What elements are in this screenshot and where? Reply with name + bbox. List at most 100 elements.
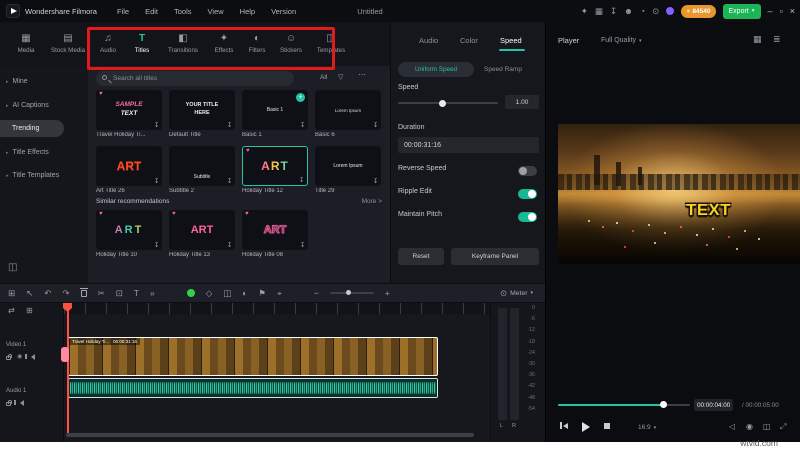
panel-layout-icon[interactable]: ▦	[753, 35, 762, 44]
download-icon[interactable]: ↧	[227, 243, 232, 249]
zoom-in-icon[interactable]: +	[385, 289, 390, 298]
sidebar-collapse-icon[interactable]: ◫	[8, 262, 17, 273]
title-thumb-basic-6[interactable]: Lorem Ipsum ↧	[315, 90, 381, 130]
tab-media[interactable]: ▦ Media	[8, 26, 44, 62]
menu-edit[interactable]: Edit	[145, 7, 158, 16]
video-clip[interactable]: Travel Holiday Ti... 00:00:31:16	[68, 337, 438, 376]
favorite-heart-icon[interactable]: ♥	[99, 211, 103, 217]
mask-icon[interactable]: ◐	[242, 289, 247, 298]
sidebar-item-mine[interactable]: ▸ Mine	[0, 73, 88, 90]
pip-icon[interactable]: ◫	[223, 289, 231, 298]
sidebar-item-trending[interactable]: Trending	[0, 120, 64, 137]
audio-clip[interactable]	[68, 378, 438, 398]
uniform-speed-tab[interactable]: Uniform Speed	[398, 62, 474, 77]
download-icon[interactable]: ↧	[610, 7, 617, 16]
tab-templates[interactable]: ◫ Templates	[310, 26, 352, 62]
undo-icon[interactable]: ↶	[44, 289, 51, 298]
download-icon[interactable]: ↧	[154, 243, 159, 249]
layout-icon[interactable]: ▦	[595, 7, 603, 16]
maximize-button[interactable]: ▫	[780, 6, 783, 16]
tab-effects[interactable]: ✦ Effects	[208, 26, 240, 62]
title-thumb-holiday-title-08[interactable]: ART ♥ ↧	[242, 210, 308, 250]
download-icon[interactable]: ↧	[227, 123, 232, 129]
redo-icon[interactable]: ↷	[62, 289, 69, 298]
aspect-ratio-dropdown[interactable]: 16:9 ▾	[638, 424, 656, 431]
properties-tab-speed[interactable]: Speed	[500, 36, 522, 45]
title-thumb-holiday-title-10[interactable]: ART ♥ ↧	[96, 210, 162, 250]
tab-filters[interactable]: ◐ Filters	[242, 26, 272, 62]
title-thumb-art-title-26[interactable]: ART ↧	[96, 146, 162, 186]
playback-progress-bar[interactable]	[558, 404, 690, 406]
lock-icon[interactable]	[6, 400, 12, 406]
tab-transitions[interactable]: ◧ Transitions	[160, 26, 206, 62]
clip-trim-handle[interactable]	[61, 347, 69, 362]
progress-handle[interactable]	[660, 401, 667, 408]
properties-tab-color[interactable]: Color	[460, 36, 478, 45]
export-button[interactable]: Export ▾	[722, 3, 761, 19]
more-options-icon[interactable]: ⋯	[358, 70, 366, 79]
playhead[interactable]	[67, 303, 69, 433]
reverse-speed-toggle[interactable]	[518, 166, 537, 176]
stop-button[interactable]	[604, 423, 610, 429]
reset-button[interactable]: Reset	[398, 248, 444, 265]
menu-version[interactable]: Version	[271, 7, 296, 16]
timeline-zoom-slider[interactable]	[329, 290, 374, 295]
sidebar-item-title-templates[interactable]: ▸ Title Templates	[0, 167, 88, 184]
tab-stickers[interactable]: ☺ Stickers	[274, 26, 308, 62]
download-icon[interactable]: ↧	[299, 178, 304, 184]
mini-player-icon[interactable]: ◫	[763, 423, 771, 431]
display-adjust-icon[interactable]: ≣	[773, 35, 781, 44]
bell-icon[interactable]: ◔	[640, 7, 645, 16]
crop-icon[interactable]: ⊡	[116, 289, 123, 298]
maintain-pitch-toggle[interactable]	[518, 212, 537, 222]
gift-icon[interactable]: ✦	[581, 7, 588, 16]
title-thumb-travel-holiday[interactable]: SAMPLE TEXT ♥ ↧	[96, 90, 162, 130]
search-input[interactable]	[113, 71, 288, 86]
tab-titles[interactable]: T Titles	[126, 26, 158, 62]
mute-icon[interactable]	[25, 353, 36, 360]
download-icon[interactable]: ↧	[373, 179, 378, 185]
sidebar-item-title-effects[interactable]: ▸ Title Effects	[0, 144, 88, 161]
search-bar[interactable]	[96, 71, 294, 86]
menu-help[interactable]: Help	[240, 7, 255, 16]
play-button[interactable]	[582, 422, 590, 432]
more-link[interactable]: More >	[340, 198, 382, 205]
title-thumb-subtitle-2[interactable]: Subtitle ↧	[169, 146, 235, 186]
keyframe-panel-button[interactable]: Keyframe Panel	[451, 248, 539, 265]
speed-ramp-tab[interactable]: Speed Ramp	[484, 66, 522, 73]
avatar[interactable]	[666, 7, 675, 15]
favorite-heart-icon[interactable]: ♥	[245, 211, 249, 217]
menu-tools[interactable]: Tools	[174, 7, 192, 16]
add-track-icon[interactable]: ⊞	[26, 307, 33, 315]
delete-icon[interactable]	[80, 288, 88, 297]
properties-tab-audio[interactable]: Audio	[419, 36, 438, 45]
duration-value-field[interactable]: 00:00:31:16	[398, 137, 539, 153]
title-thumb-title-29[interactable]: Lorem Ipsum ↧	[315, 146, 381, 186]
favorite-heart-icon[interactable]: ♥	[99, 91, 103, 97]
tab-audio[interactable]: ♫ Audio	[92, 26, 124, 62]
skip-previous-button[interactable]	[560, 422, 568, 429]
menu-view[interactable]: View	[208, 7, 224, 16]
split-icon[interactable]: ✂	[98, 289, 105, 298]
close-button[interactable]: ×	[790, 6, 795, 16]
title-thumb-holiday-title-13[interactable]: ART ♥ ↧	[169, 210, 235, 250]
minimize-button[interactable]: –	[768, 6, 773, 16]
zoom-out-icon[interactable]: −	[314, 289, 319, 298]
sidebar-item-ai-captions[interactable]: ▸ AI Captions	[0, 97, 88, 114]
download-icon[interactable]: ↧	[154, 123, 159, 129]
speed-slider-handle[interactable]	[439, 99, 446, 107]
download-icon[interactable]: ↧	[373, 123, 378, 129]
favorite-heart-icon[interactable]: ♥	[246, 148, 250, 154]
fullscreen-icon[interactable]: ⤢	[780, 423, 786, 431]
quality-dropdown[interactable]: Full Quality ▾	[601, 37, 642, 44]
text-tool-icon[interactable]: T	[134, 289, 139, 298]
title-thumb-basic-1[interactable]: Basic 1 + ↧	[242, 90, 308, 130]
filter-all-button[interactable]: All	[320, 74, 327, 81]
timeline-scrollbar[interactable]	[66, 433, 474, 437]
mute-icon[interactable]	[14, 399, 24, 406]
keyframe-icon[interactable]: ◇	[206, 289, 213, 298]
motion-track-icon[interactable]: ⌖	[277, 289, 282, 298]
download-icon[interactable]: ↧	[154, 179, 159, 185]
ripple-edit-toggle[interactable]	[518, 189, 537, 199]
select-tool-icon[interactable]: ↖	[26, 289, 33, 298]
